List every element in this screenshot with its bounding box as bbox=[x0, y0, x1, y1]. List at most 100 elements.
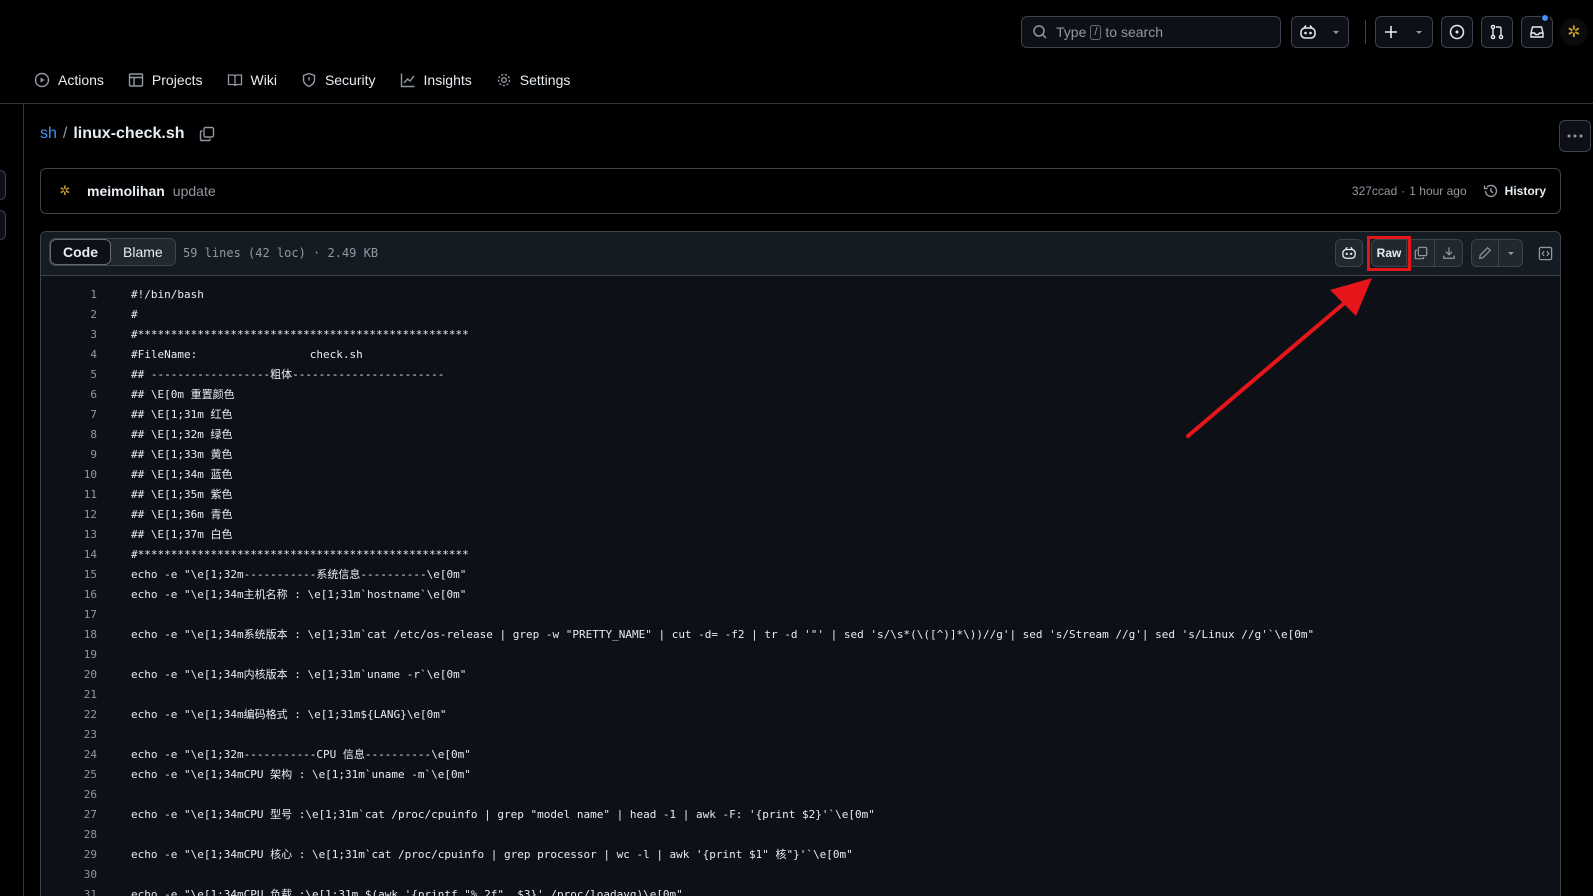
line-number[interactable]: 2 bbox=[41, 308, 97, 321]
edit-options-dropdown[interactable] bbox=[1499, 239, 1523, 267]
author-avatar[interactable]: ✲ bbox=[55, 181, 75, 201]
line-number[interactable]: 31 bbox=[41, 888, 97, 896]
commit-time: 1 hour ago bbox=[1409, 184, 1467, 198]
line-number[interactable]: 1 bbox=[41, 288, 97, 301]
code-line: 24 echo -e "\e[1;32m-----------CPU 信息----… bbox=[41, 744, 1560, 764]
tab-actions-label: Actions bbox=[58, 72, 104, 88]
line-content: ## \E[1;34m 蓝色 bbox=[131, 468, 233, 481]
code-line: 27 echo -e "\e[1;34mCPU 型号 :\e[1;31m`cat … bbox=[41, 804, 1560, 824]
copy-path-button[interactable] bbox=[199, 126, 215, 142]
commit-message[interactable]: update bbox=[173, 183, 216, 199]
tab-security[interactable]: Security bbox=[289, 64, 388, 96]
kebab-horizontal-icon bbox=[1567, 134, 1583, 138]
ask-copilot-button[interactable] bbox=[1335, 239, 1363, 267]
line-number[interactable]: 12 bbox=[41, 508, 97, 521]
tab-insights[interactable]: Insights bbox=[388, 64, 484, 96]
line-number[interactable]: 28 bbox=[41, 828, 97, 841]
line-number[interactable]: 6 bbox=[41, 388, 97, 401]
breadcrumb-dir-link[interactable]: sh bbox=[40, 125, 57, 143]
tab-code[interactable]: Code bbox=[50, 239, 111, 265]
line-number[interactable]: 8 bbox=[41, 428, 97, 441]
notifications-button[interactable] bbox=[1521, 16, 1553, 48]
line-content: #***************************************… bbox=[131, 327, 469, 341]
line-content: ## \E[1;33m 黄色 bbox=[131, 448, 233, 461]
history-icon bbox=[1483, 184, 1497, 198]
line-number[interactable]: 22 bbox=[41, 708, 97, 721]
tab-blame[interactable]: Blame bbox=[111, 239, 175, 265]
line-content: echo -e "\e[1;34m编码格式 : \e[1;31m${LANG}\… bbox=[131, 708, 447, 721]
line-number[interactable]: 3 bbox=[41, 328, 97, 341]
chevron-down-icon bbox=[1507, 252, 1514, 255]
copy-raw-button[interactable] bbox=[1407, 239, 1435, 267]
copy-icon bbox=[199, 126, 214, 142]
line-content: echo -e "\e[1;34mCPU 架构 : \e[1;31m`uname… bbox=[131, 768, 471, 781]
pull-requests-button[interactable] bbox=[1481, 16, 1513, 48]
line-number[interactable]: 26 bbox=[41, 788, 97, 801]
line-number[interactable]: 18 bbox=[41, 628, 97, 641]
symbols-panel-button[interactable] bbox=[1531, 239, 1559, 267]
play-circle-icon bbox=[34, 72, 50, 88]
line-content: echo -e "\e[1;32m-----------CPU 信息------… bbox=[131, 748, 471, 761]
global-header: Type / to search ✲ Actions Projects Wiki bbox=[0, 0, 1593, 104]
issues-button[interactable] bbox=[1441, 16, 1473, 48]
line-number[interactable]: 23 bbox=[41, 728, 97, 741]
code-line: 28 bbox=[41, 824, 1560, 844]
tab-wiki-label: Wiki bbox=[250, 72, 277, 88]
line-number[interactable]: 30 bbox=[41, 868, 97, 881]
create-new-button[interactable] bbox=[1375, 16, 1433, 48]
sidebar-search-toggle[interactable] bbox=[0, 210, 6, 240]
line-number[interactable]: 24 bbox=[41, 748, 97, 761]
edit-file-button[interactable] bbox=[1471, 239, 1499, 267]
line-number[interactable]: 19 bbox=[41, 648, 97, 661]
code-line: 26 bbox=[41, 784, 1560, 804]
line-number[interactable]: 9 bbox=[41, 448, 97, 461]
code-line: 10 ## \E[1;34m 蓝色 bbox=[41, 464, 1560, 484]
line-number[interactable]: 7 bbox=[41, 408, 97, 421]
sidebar-toggle[interactable] bbox=[0, 170, 6, 200]
line-number[interactable]: 4 bbox=[41, 348, 97, 361]
line-content: #!/bin/bash bbox=[131, 287, 204, 301]
issue-opened-icon bbox=[1449, 24, 1465, 40]
code-line: 2 # bbox=[41, 304, 1560, 324]
code-view: 1 #!/bin/bash 2 # 3 #************************… bbox=[41, 284, 1560, 896]
copilot-button[interactable] bbox=[1291, 16, 1349, 48]
history-button[interactable]: History bbox=[1483, 183, 1546, 199]
tab-wiki[interactable]: Wiki bbox=[215, 64, 289, 96]
line-content: echo -e "\e[1;34m系统版本 : \e[1;31m`cat /et… bbox=[131, 628, 1315, 641]
code-line: 30 bbox=[41, 864, 1560, 884]
line-content: #FileName: check.sh bbox=[131, 347, 363, 361]
commit-sha[interactable]: 327ccad bbox=[1352, 184, 1397, 198]
code-line: 16 echo -e "\e[1;34m主机名称 : \e[1;31m`hostn… bbox=[41, 584, 1560, 604]
tab-settings[interactable]: Settings bbox=[484, 64, 583, 96]
line-number[interactable]: 17 bbox=[41, 608, 97, 621]
line-number[interactable]: 13 bbox=[41, 528, 97, 541]
line-number[interactable]: 20 bbox=[41, 668, 97, 681]
line-number[interactable]: 25 bbox=[41, 768, 97, 781]
tab-actions[interactable]: Actions bbox=[22, 64, 116, 96]
code-line: 20 echo -e "\e[1;34m内核版本 : \e[1;31m`uname… bbox=[41, 664, 1560, 684]
user-avatar[interactable]: ✲ bbox=[1560, 18, 1588, 46]
line-number[interactable]: 21 bbox=[41, 688, 97, 701]
line-number[interactable]: 27 bbox=[41, 808, 97, 821]
code-line: 21 bbox=[41, 684, 1560, 704]
graph-icon bbox=[400, 73, 415, 88]
line-number[interactable]: 16 bbox=[41, 588, 97, 601]
tab-settings-label: Settings bbox=[519, 72, 571, 88]
line-number[interactable]: 11 bbox=[41, 488, 97, 501]
download-raw-button[interactable] bbox=[1435, 239, 1463, 267]
line-number[interactable]: 5 bbox=[41, 368, 97, 381]
raw-button[interactable]: Raw bbox=[1371, 239, 1407, 267]
view-mode-toggle: Code Blame bbox=[49, 238, 176, 266]
line-number[interactable]: 10 bbox=[41, 468, 97, 481]
tab-projects[interactable]: Projects bbox=[116, 64, 215, 96]
line-content: #***************************************… bbox=[131, 547, 469, 561]
commit-author[interactable]: meimolihan bbox=[87, 183, 165, 199]
plus-icon bbox=[1385, 26, 1397, 38]
download-icon bbox=[1442, 247, 1455, 259]
search-input[interactable]: Type / to search bbox=[1021, 16, 1281, 48]
more-options-button[interactable] bbox=[1559, 120, 1591, 152]
history-label: History bbox=[1504, 184, 1546, 198]
line-number[interactable]: 29 bbox=[41, 848, 97, 861]
line-number[interactable]: 15 bbox=[41, 568, 97, 581]
line-number[interactable]: 14 bbox=[41, 548, 97, 561]
